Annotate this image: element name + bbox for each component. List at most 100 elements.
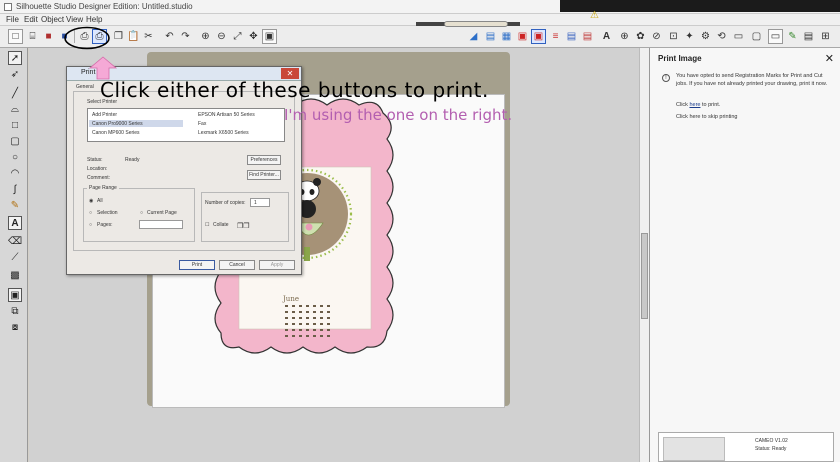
fill-color-icon[interactable]: ▤ <box>564 29 579 44</box>
panel-title: Print Image <box>658 54 702 63</box>
range-pages-radio[interactable]: ○ <box>89 222 92 228</box>
cut-settings-icon[interactable]: ▣ <box>515 29 530 44</box>
library-icon[interactable]: ▤ <box>801 29 816 44</box>
ellipse-tool-icon[interactable]: ○ <box>8 150 22 164</box>
collate-icon: ❐❐ <box>237 223 250 230</box>
title-bar: Silhouette Studio Designer Edition: Unti… <box>0 0 840 14</box>
device-card[interactable]: CAMEO V1.02 Status: Ready <box>658 432 834 462</box>
menu-help[interactable]: Help <box>86 15 102 24</box>
pan-icon[interactable]: ✥ <box>246 29 261 44</box>
zoom-fit-icon[interactable]: ⤢ <box>230 29 245 44</box>
send-to-cutter-icon[interactable]: ▣ <box>531 29 546 44</box>
print-link-suffix: to print. <box>700 102 721 108</box>
curve-tool-icon[interactable]: ∫ <box>8 182 22 196</box>
select-tool-icon[interactable]: ➚ <box>8 51 22 65</box>
copies-label: Number of copies: <box>205 200 246 206</box>
warning-icon[interactable]: ⚠ <box>590 10 599 21</box>
save-icon[interactable]: ■ <box>41 29 56 44</box>
highlight-circle <box>64 26 110 50</box>
device-status: Status: Ready <box>755 446 787 452</box>
line-style-icon[interactable]: ≡ <box>548 29 563 44</box>
trace-icon[interactable]: ⚙ <box>698 29 713 44</box>
transform-icon[interactable]: ⊕ <box>617 29 632 44</box>
registration-marks-icon[interactable]: ▤ <box>483 29 498 44</box>
printer-item[interactable]: Add Printer <box>92 112 117 118</box>
skip-printing-link[interactable]: Click here to skip printing <box>676 114 737 120</box>
print-button[interactable]: Print <box>179 260 215 270</box>
page-setup-icon[interactable]: ▭ <box>768 29 783 44</box>
callout-sub: I'm using the one on the right. <box>284 106 513 124</box>
rotate-icon[interactable]: ⟲ <box>714 29 729 44</box>
offset-icon[interactable]: ✦ <box>682 29 697 44</box>
calendar-month: June <box>282 295 299 303</box>
cancel-button[interactable]: Cancel <box>219 260 255 270</box>
menu-file[interactable]: File <box>6 15 19 24</box>
rounded-rect-tool-icon[interactable]: ▢ <box>8 134 22 148</box>
print-link[interactable]: here <box>689 102 700 108</box>
fill-tool-icon[interactable]: ▩ <box>8 268 22 282</box>
knife-tool-icon[interactable]: ⟋ <box>8 250 22 264</box>
edit-points-tool-icon[interactable]: ➶ <box>8 67 22 81</box>
collate-label: Collate <box>213 222 229 228</box>
cut-icon[interactable]: ✂ <box>141 29 156 44</box>
vertical-scrollbar[interactable] <box>639 48 649 462</box>
printer-item[interactable]: Lexmark X6500 Series <box>198 130 249 136</box>
fill-pattern-icon[interactable]: ▤ <box>580 29 595 44</box>
eraser-tool-icon[interactable]: ⌫ <box>8 234 22 248</box>
print-link-prefix: Click <box>676 102 690 108</box>
printer-item[interactable]: Fax <box>198 121 206 127</box>
redo-icon[interactable]: ↷ <box>178 29 193 44</box>
open-icon[interactable]: ⌸ <box>25 29 40 44</box>
pencil-tool-icon[interactable]: ✎ <box>8 198 22 212</box>
undo-icon[interactable]: ↶ <box>162 29 177 44</box>
group-tool-icon[interactable]: ⧉ <box>8 304 22 318</box>
align-icon[interactable]: ⊡ <box>666 29 681 44</box>
range-selection-radio[interactable]: ○ <box>89 210 92 216</box>
app-icon <box>4 3 12 11</box>
store-icon[interactable]: ▢ <box>749 29 764 44</box>
copies-value: 1 <box>254 200 257 206</box>
preferences-button[interactable]: Preferences <box>247 155 281 165</box>
text-style-icon[interactable]: A <box>599 29 614 44</box>
text-tool-icon[interactable]: A <box>8 216 22 230</box>
find-printer-button[interactable]: Find Printer... <box>247 170 281 180</box>
paste-icon[interactable]: 📋 <box>126 29 141 44</box>
left-tool-bar: ➚ ➶ ╱ ⌓ □ ▢ ○ ◠ ∫ ✎ A ⌫ ⟋ ▩ ▣ ⧉ ⧇ <box>0 48 28 462</box>
menu-view[interactable]: View <box>66 15 83 24</box>
layer-icon[interactable]: ▭ <box>731 29 746 44</box>
printer-item[interactable]: EPSON Artisan 50 Series <box>198 112 255 118</box>
tab-general[interactable]: General <box>76 84 94 90</box>
range-all-radio[interactable]: ◉ <box>89 198 93 204</box>
printer-item[interactable]: Canon MP600 Series <box>92 130 140 136</box>
apply-button[interactable]: Apply <box>259 260 295 270</box>
panel-close-icon[interactable]: ✕ <box>825 52 834 65</box>
copy-icon[interactable]: ❐ <box>111 29 126 44</box>
rectangle-tool-icon[interactable]: □ <box>8 118 22 132</box>
printer-list[interactable]: Add Printer Canon Pro9000 Series Canon M… <box>87 108 285 142</box>
modify-icon[interactable]: ⊘ <box>649 29 664 44</box>
grid-icon[interactable]: ▦ <box>499 29 514 44</box>
collate-checkbox[interactable]: ☐ <box>205 222 209 228</box>
cut-style-tool-icon[interactable]: ▣ <box>8 288 22 302</box>
design-page-icon[interactable]: ◢ <box>466 29 481 44</box>
ungroup-tool-icon[interactable]: ⧇ <box>8 320 22 334</box>
new-icon[interactable]: □ <box>8 29 23 44</box>
zoom-page-icon[interactable]: ▣ <box>262 29 277 44</box>
polygon-tool-icon[interactable]: ⌓ <box>8 102 22 116</box>
menu-edit[interactable]: Edit <box>24 15 38 24</box>
sketch-icon[interactable]: ✎ <box>785 29 800 44</box>
callout-main: Click either of these buttons to print. <box>100 78 489 102</box>
menu-object[interactable]: Object <box>41 15 64 24</box>
printer-item[interactable]: Canon Pro9000 Series <box>92 121 143 127</box>
zoom-in-icon[interactable]: ⊕ <box>198 29 213 44</box>
print-image-panel: Print Image ✕ ! You have opted to send R… <box>649 48 840 462</box>
copies-input[interactable]: 1 <box>250 198 270 207</box>
settings-icon[interactable]: ⊞ <box>818 29 833 44</box>
scrollbar-thumb[interactable] <box>641 233 648 319</box>
range-current-radio[interactable]: ○ <box>140 210 143 216</box>
replicate-icon[interactable]: ✿ <box>633 29 648 44</box>
zoom-out-icon[interactable]: ⊖ <box>214 29 229 44</box>
arc-tool-icon[interactable]: ◠ <box>8 166 22 180</box>
line-tool-icon[interactable]: ╱ <box>8 86 22 100</box>
pages-input[interactable] <box>139 220 183 229</box>
